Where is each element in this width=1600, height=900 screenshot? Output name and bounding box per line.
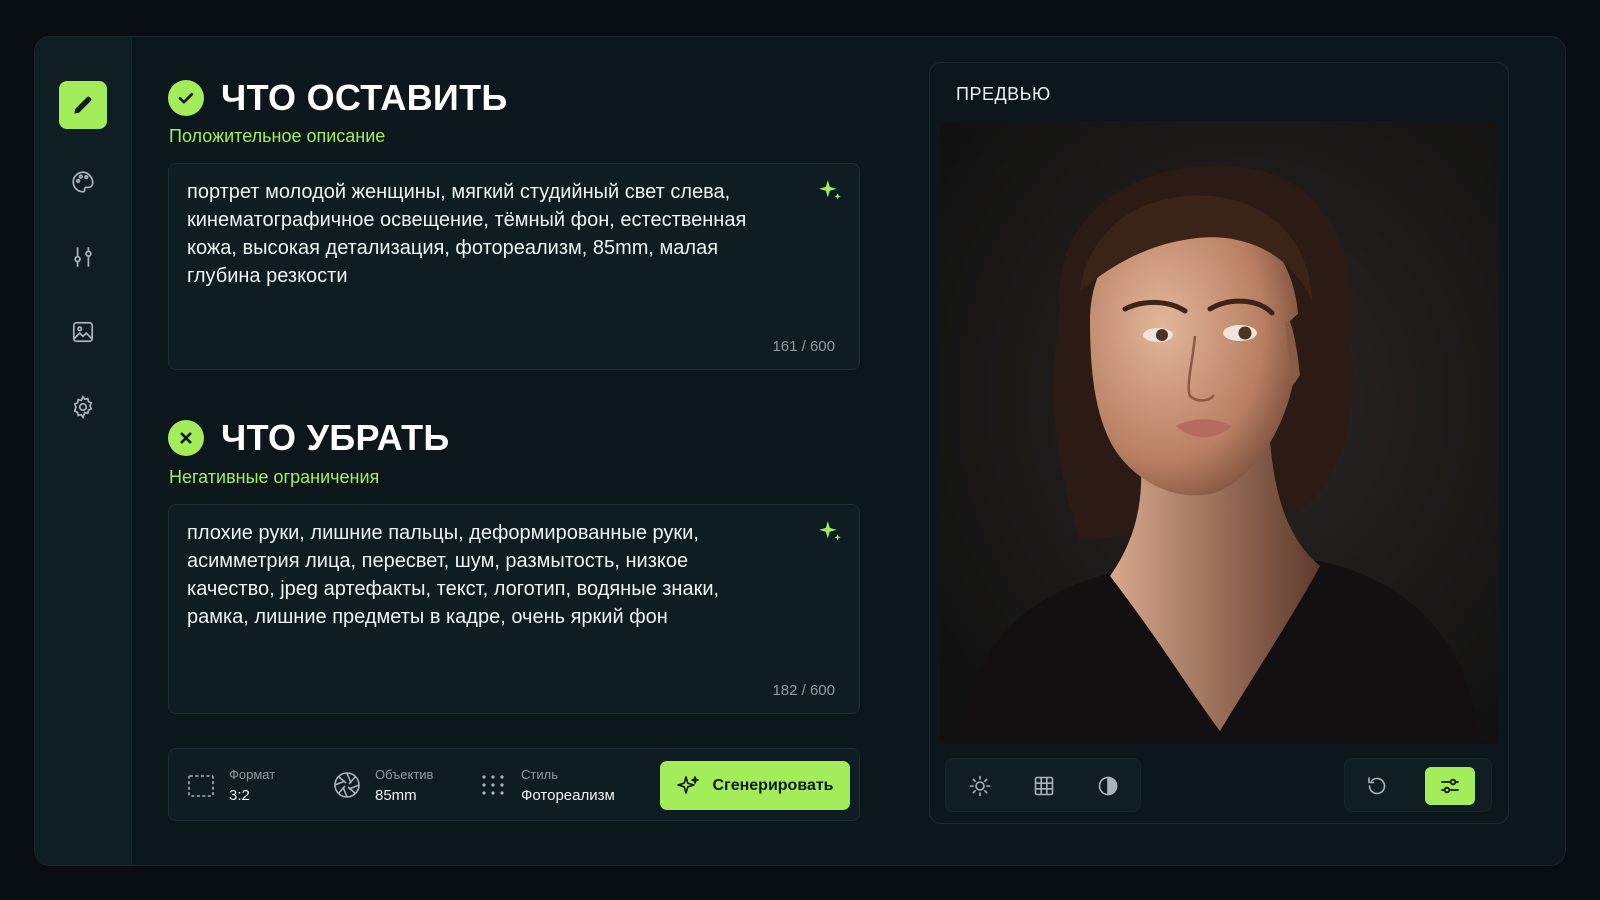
sidebar-item-edit[interactable]	[59, 81, 107, 129]
sidebar-item-palette[interactable]	[59, 158, 107, 206]
preview-action-controls	[1344, 758, 1492, 812]
gear-icon	[73, 394, 93, 420]
positive-prompt-field[interactable]: портрет молодой женщины, мягкий студийны…	[168, 163, 860, 370]
app-window: ЧТО ОСТАВИТЬ Положительное описание порт…	[34, 36, 1566, 866]
preview-image	[940, 121, 1499, 744]
format-label: Формат	[229, 766, 276, 782]
preview-view-controls	[945, 758, 1141, 812]
aspect-ratio-icon	[188, 775, 214, 797]
style-selector[interactable]: Стиль Фотореализм	[477, 763, 615, 807]
sliders-icon	[74, 247, 92, 267]
format-selector[interactable]: Формат 3:2	[185, 763, 275, 807]
grid-button[interactable]	[1020, 767, 1068, 805]
rotate-ccw-icon	[1368, 777, 1386, 795]
dots-grid-icon	[482, 775, 504, 795]
positive-title: ЧТО ОСТАВИТЬ	[221, 77, 508, 118]
negative-title: ЧТО УБРАТЬ	[221, 417, 450, 458]
format-value: 3:2	[229, 786, 250, 804]
negative-header: ЧТО УБРАТЬ	[168, 417, 450, 459]
style-label: Стиль	[521, 766, 558, 782]
generate-button[interactable]: Сгенерировать	[660, 761, 850, 810]
preview-panel: ПРЕДВЬЮ	[929, 62, 1509, 824]
negative-prompt-field[interactable]: плохие руки, лишние пальцы, деформирован…	[168, 504, 860, 714]
sparkle-icon[interactable]	[817, 519, 843, 545]
sidebar-item-adjust[interactable]	[59, 233, 107, 281]
grid-icon	[1034, 776, 1054, 796]
positive-char-counter: 161 / 600	[772, 338, 835, 355]
positive-header: ЧТО ОСТАВИТЬ	[168, 77, 508, 119]
preview-title: ПРЕДВЬЮ	[956, 84, 1051, 104]
negative-char-counter: 182 / 600	[772, 682, 835, 699]
x-icon	[168, 420, 204, 456]
style-value: Фотореализм	[521, 786, 615, 804]
contrast-icon	[1098, 776, 1118, 796]
image-icon	[72, 321, 94, 343]
reset-button[interactable]	[1353, 767, 1401, 805]
sliders-horizontal-icon	[1441, 778, 1459, 794]
positive-prompt-text[interactable]: портрет молодой женщины, мягкий студийны…	[187, 178, 767, 290]
lens-value: 85mm	[375, 786, 417, 804]
settings-adjust-button[interactable]	[1425, 767, 1475, 805]
negative-subtitle: Негативные ограничения	[169, 467, 380, 487]
sparkle-icon	[677, 775, 700, 794]
generate-button-label: Сгенерировать	[712, 776, 834, 794]
pencil-icon	[74, 96, 92, 114]
positive-subtitle: Положительное описание	[169, 126, 386, 146]
sparkle-icon[interactable]	[817, 178, 843, 204]
sun-icon	[969, 775, 991, 797]
brightness-button[interactable]	[956, 767, 1004, 805]
check-icon	[168, 80, 204, 116]
lens-selector[interactable]: Объектив 85mm	[331, 763, 433, 807]
generation-toolbar: Формат 3:2 Объектив 85mm Стиль Фотореали…	[168, 748, 860, 821]
sidebar-item-settings[interactable]	[59, 383, 107, 431]
aperture-icon	[334, 772, 360, 798]
negative-prompt-text[interactable]: плохие руки, лишние пальцы, деформирован…	[187, 519, 767, 631]
palette-icon	[72, 171, 94, 193]
sidebar	[35, 37, 132, 865]
sidebar-item-gallery[interactable]	[59, 308, 107, 356]
lens-label: Объектив	[375, 766, 434, 782]
contrast-button[interactable]	[1084, 767, 1132, 805]
